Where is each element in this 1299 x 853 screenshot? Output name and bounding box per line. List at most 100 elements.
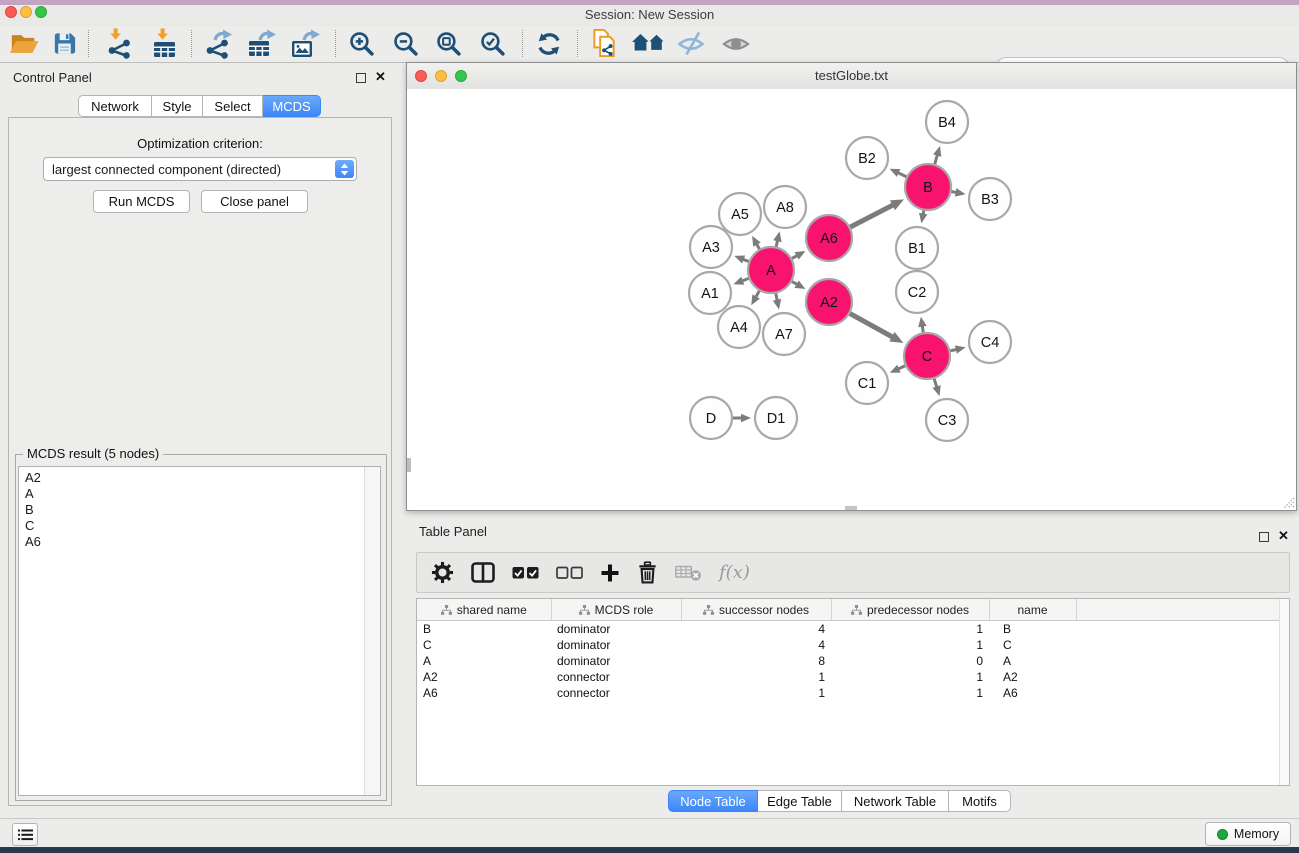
table-cell[interactable]: 0 (831, 653, 989, 669)
graph-node-C[interactable]: C (904, 333, 950, 379)
graph-edge-C-C3[interactable] (933, 378, 941, 396)
table-row[interactable]: Bdominator41B (417, 621, 1289, 638)
graph-edge-A-A1[interactable] (733, 277, 749, 285)
table-cell[interactable]: 1 (831, 669, 989, 685)
table-cell[interactable]: connector (551, 669, 681, 685)
graph-node-C1[interactable]: C1 (846, 362, 888, 404)
table-row[interactable]: A2connector11A2 (417, 669, 1289, 685)
table-cell[interactable]: A (989, 653, 1076, 669)
save-session-button[interactable] (44, 27, 84, 60)
table-cell[interactable]: A6 (417, 685, 551, 701)
graph-node-A1[interactable]: A1 (689, 272, 731, 314)
graph-edge-A-A3[interactable] (734, 256, 749, 264)
tab-network-table[interactable]: Network Table (842, 790, 949, 812)
zoom-fit-button[interactable] (428, 27, 468, 60)
graph-edge-C-C2[interactable] (918, 317, 927, 334)
tab-motifs[interactable]: Motifs (949, 790, 1011, 812)
column-header-name[interactable]: name (989, 599, 1076, 621)
table-cell[interactable]: 8 (681, 653, 831, 669)
graph-node-C4[interactable]: C4 (969, 321, 1011, 363)
table-panel-float-button[interactable] (1259, 532, 1269, 542)
graph-edge-A6-B[interactable] (849, 199, 904, 227)
table-cell[interactable]: B (989, 621, 1076, 638)
table-cell[interactable]: B (417, 621, 551, 638)
select-all-checkboxes-button[interactable] (512, 566, 539, 580)
delete-selected-button[interactable] (637, 561, 658, 584)
graph-node-B3[interactable]: B3 (969, 178, 1011, 220)
table-cell[interactable]: 1 (681, 685, 831, 701)
graph-node-C3[interactable]: C3 (926, 399, 968, 441)
resize-grip-icon[interactable] (1281, 495, 1295, 509)
column-header-predecessor-nodes[interactable]: predecessor nodes (831, 599, 989, 621)
hide-selected-button[interactable] (671, 27, 711, 60)
table-cell[interactable]: 1 (831, 685, 989, 701)
deselect-all-checkboxes-button[interactable] (556, 566, 583, 580)
graph-node-A4[interactable]: A4 (718, 306, 760, 348)
create-column-button[interactable] (471, 562, 495, 583)
graph-node-A5[interactable]: A5 (719, 193, 761, 235)
task-history-button[interactable] (12, 823, 38, 846)
graph-edge-A-A2[interactable] (791, 280, 805, 289)
first-neighbors-button[interactable] (628, 27, 668, 60)
export-network-button[interactable] (198, 27, 238, 60)
refresh-layout-button[interactable] (529, 27, 569, 60)
open-session-button[interactable] (4, 27, 44, 60)
table-row[interactable]: Adominator80A (417, 653, 1289, 669)
mcds-result-item[interactable]: B (25, 502, 380, 518)
table-cell[interactable]: 1 (681, 669, 831, 685)
graph-edge-D-D1[interactable] (732, 414, 751, 423)
table-row[interactable]: Cdominator41C (417, 637, 1289, 653)
graph-node-A3[interactable]: A3 (690, 226, 732, 268)
graph-node-D[interactable]: D (690, 397, 732, 439)
graph-node-B2[interactable]: B2 (846, 137, 888, 179)
tab-style[interactable]: Style (152, 95, 203, 117)
function-builder-button[interactable]: f(x) (719, 562, 750, 583)
export-table-button[interactable] (241, 27, 281, 60)
control-panel-close-button[interactable]: ✕ (375, 71, 386, 83)
graph-edge-A-A6[interactable] (791, 251, 805, 260)
column-header-shared-name[interactable]: shared name (417, 599, 551, 621)
graph-edge-A2-C[interactable] (849, 313, 903, 343)
column-header-MCDS-role[interactable]: MCDS role (551, 599, 681, 621)
graph-edge-B-B1[interactable] (919, 210, 927, 224)
table-cell[interactable]: dominator (551, 637, 681, 653)
add-row-button[interactable] (600, 563, 620, 583)
graph-edge-C-C1[interactable] (890, 365, 906, 373)
network-vertical-scroll-thumb[interactable] (407, 458, 411, 472)
network-horizontal-scroll-thumb[interactable] (845, 506, 857, 510)
show-all-button[interactable] (716, 27, 756, 60)
table-cell[interactable]: 4 (681, 637, 831, 653)
table-cell[interactable]: 1 (831, 637, 989, 653)
delete-table-button[interactable] (675, 564, 702, 582)
graph-node-B[interactable]: B (905, 164, 951, 210)
graph-node-A6[interactable]: A6 (806, 215, 852, 261)
table-cell[interactable]: dominator (551, 653, 681, 669)
graph-edge-B-B3[interactable] (951, 188, 966, 197)
mcds-result-item[interactable]: C (25, 518, 380, 534)
graph-node-D1[interactable]: D1 (755, 397, 797, 439)
table-cell[interactable]: A6 (989, 685, 1076, 701)
table-row[interactable]: A6connector11A6 (417, 685, 1289, 701)
tab-mcds[interactable]: MCDS (263, 95, 321, 117)
mcds-result-item[interactable]: A (25, 486, 380, 502)
graph-node-A7[interactable]: A7 (763, 313, 805, 355)
tab-edge-table[interactable]: Edge Table (758, 790, 842, 812)
table-cell[interactable]: A2 (417, 669, 551, 685)
export-image-button[interactable] (284, 27, 324, 60)
graph-node-B1[interactable]: B1 (896, 227, 938, 269)
graph-edge-A-A7[interactable] (773, 293, 781, 310)
table-options-gear-button[interactable] (431, 561, 454, 584)
table-cell[interactable]: dominator (551, 621, 681, 638)
table-cell[interactable]: 1 (831, 621, 989, 638)
table-cell[interactable]: A2 (989, 669, 1076, 685)
table-cell[interactable]: 4 (681, 621, 831, 638)
graph-edge-A-A4[interactable] (751, 290, 760, 305)
table-cell[interactable]: C (417, 637, 551, 653)
table-cell[interactable]: C (989, 637, 1076, 653)
graph-node-A8[interactable]: A8 (764, 186, 806, 228)
network-canvas[interactable]: B4B2BB3A8A5A6A3B1AC2A1A2A4A7C4CC1DD1C3 (407, 89, 1296, 510)
graph-edge-A-A8[interactable] (773, 231, 781, 247)
zoom-in-button[interactable] (341, 27, 381, 60)
tab-node-table[interactable]: Node Table (668, 790, 758, 812)
criterion-select[interactable]: largest connected component (directed) (43, 157, 357, 181)
